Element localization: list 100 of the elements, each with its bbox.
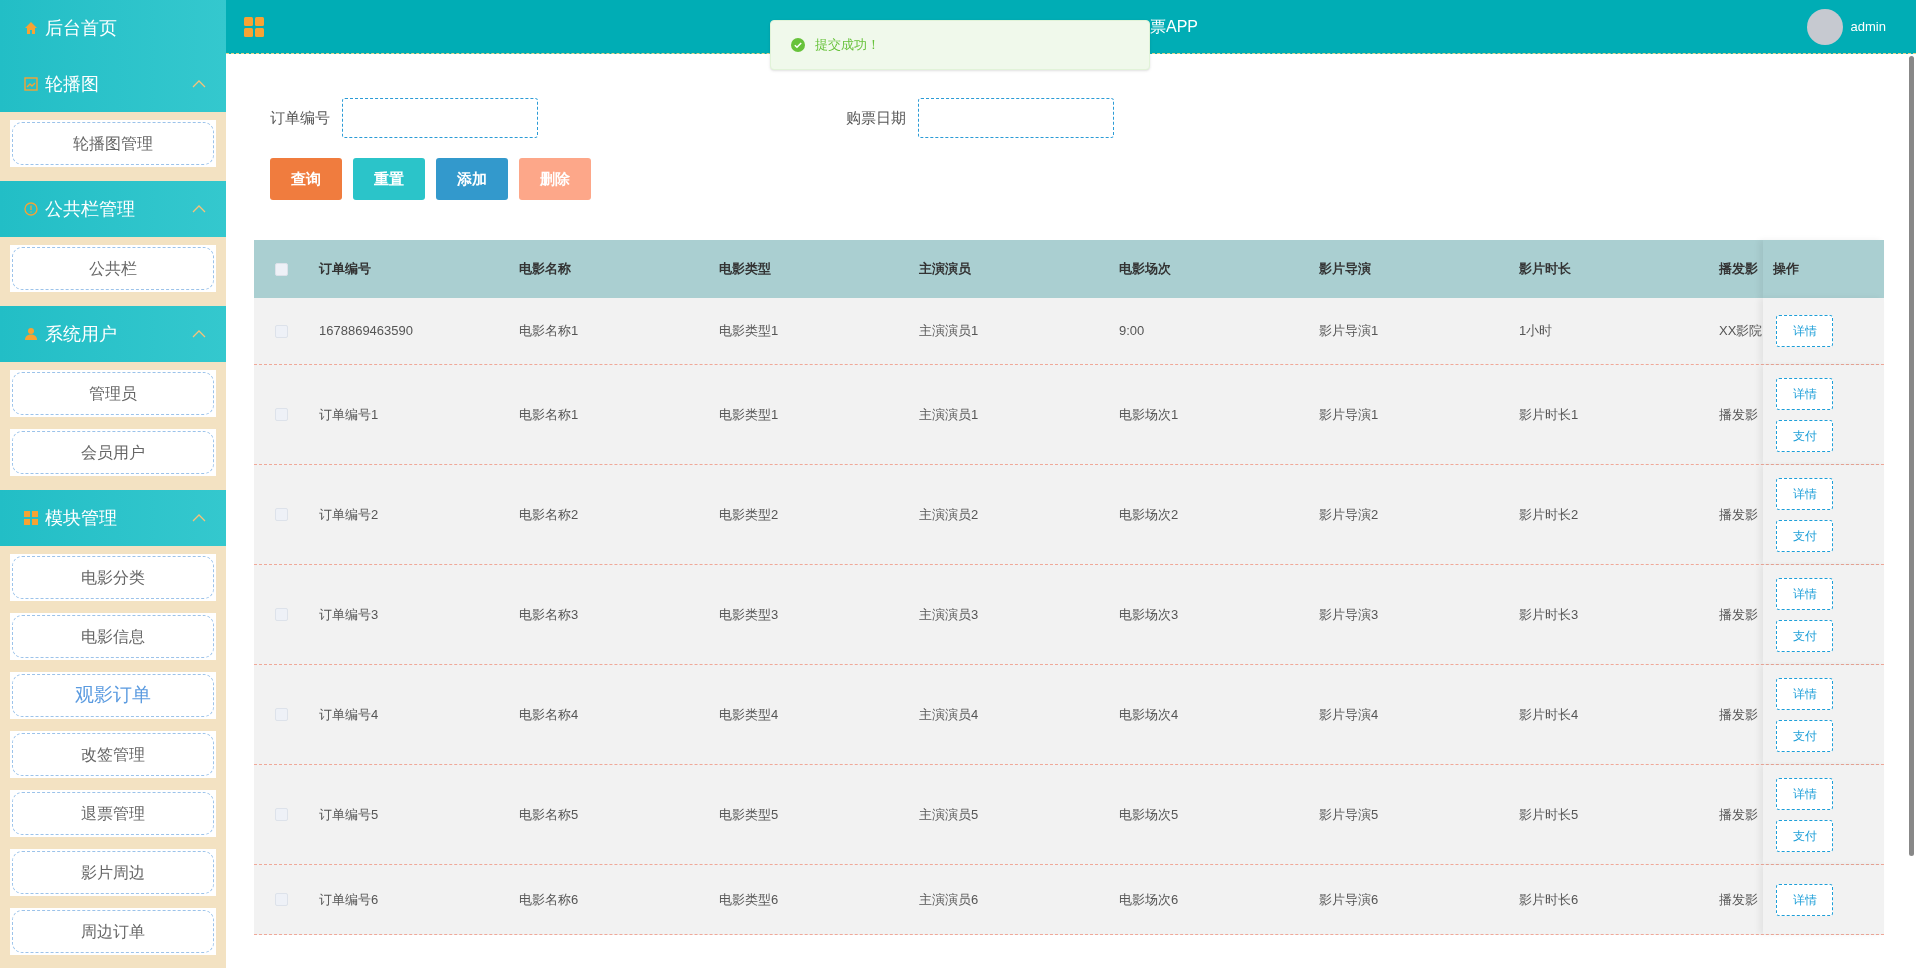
table-cell-text: 电影类型6	[719, 890, 779, 909]
table-cell-text: 电影类型1	[719, 322, 779, 341]
chevron-up-icon	[192, 205, 206, 213]
row-action-button[interactable]: 支付	[1776, 819, 1833, 852]
sidebar-item[interactable]: 轮播图管理	[10, 120, 216, 167]
sidebar-item[interactable]: 会员用户	[10, 429, 216, 476]
check-circle-icon	[791, 38, 805, 52]
app-title: 票APP	[1150, 17, 1198, 37]
table-cell-text: 播发影	[1719, 705, 1758, 724]
sidebar-item[interactable]: 改签管理	[10, 731, 216, 778]
table-cell-text: 影片时长6	[1519, 890, 1579, 909]
table-cell-text: 影片时长2	[1519, 505, 1579, 524]
sidebar-group-header[interactable]: 系统用户	[0, 306, 226, 362]
row-action-button[interactable]: 详情	[1776, 477, 1833, 510]
sidebar-group-header[interactable]: 公共栏管理	[0, 181, 226, 237]
row-action-button[interactable]: 详情	[1776, 315, 1833, 347]
sidebar-home-item[interactable]: 后台首页	[0, 0, 226, 56]
table-cell-text: 播发影	[1719, 405, 1758, 424]
sidebar-item[interactable]: 电影信息	[10, 613, 216, 660]
row-action-button[interactable]: 支付	[1776, 419, 1833, 452]
table-cell-text: 电影名称1	[519, 405, 579, 424]
row-action-button[interactable]: 详情	[1776, 677, 1833, 710]
table-cell-text: XX影院	[1719, 322, 1763, 341]
table-cell-text: 电影类型2	[719, 505, 779, 524]
table-cell-text: 订单编号2	[319, 505, 379, 524]
input-field[interactable]	[918, 98, 1114, 138]
table-cell-text: 订单编号4	[319, 705, 379, 724]
field-label: 购票日期	[846, 107, 906, 128]
table-cell-text: 电影名称3	[519, 605, 579, 624]
chevron-up-icon	[192, 330, 206, 338]
table-cell-text: 订单编号3	[319, 605, 379, 624]
search-button[interactable]: 查询	[270, 158, 342, 200]
success-toast: 提交成功！	[770, 20, 1150, 70]
row-action-button[interactable]: 支付	[1776, 519, 1833, 552]
avatar[interactable]	[1806, 8, 1843, 45]
reset-button[interactable]: 重置	[353, 158, 425, 200]
table-cell-text: 影片导演1	[1319, 322, 1379, 341]
table-cell-text: 电影类型4	[719, 705, 779, 724]
field-label: 订单编号	[270, 107, 330, 128]
grid-icon	[24, 511, 38, 525]
table-cell-text: 播发影	[1719, 890, 1758, 909]
row-action-button[interactable]: 详情	[1776, 577, 1833, 610]
column-header: 电影名称	[519, 260, 571, 279]
table-cell-text: 影片导演4	[1319, 705, 1379, 724]
username[interactable]: admin	[1850, 16, 1886, 37]
table-cell-text: 订单编号5	[319, 805, 379, 824]
table-cell-text: 播发影	[1719, 805, 1758, 824]
table-cell-text: 9:00	[1119, 322, 1145, 341]
chevron-up-icon	[192, 514, 206, 522]
table-cell-text: 影片导演6	[1319, 890, 1379, 909]
sidebar-item[interactable]: 电影分类	[10, 554, 216, 601]
table-cell-text: 影片时长3	[1519, 605, 1579, 624]
home-icon	[24, 21, 38, 35]
sidebar-item[interactable]: 公共栏	[10, 245, 216, 292]
table-cell-text: 电影名称1	[519, 322, 579, 341]
scrollbar[interactable]	[1908, 56, 1914, 856]
table-cell-text: 主演演员6	[919, 890, 979, 909]
row-action-button[interactable]: 支付	[1776, 619, 1833, 652]
sidebar-item[interactable]: 周边订单	[10, 908, 216, 955]
column-header: 播发影	[1719, 260, 1758, 279]
sidebar-item[interactable]: 管理员	[10, 370, 216, 417]
table-cell-text: 主演演员3	[919, 605, 979, 624]
chevron-up-icon	[192, 80, 206, 88]
table-cell-text: 播发影	[1719, 605, 1758, 624]
checkbox[interactable]	[274, 262, 288, 276]
delete-button[interactable]: 删除	[519, 158, 591, 200]
table-cell-text: 1小时	[1519, 322, 1553, 341]
column-header: 电影场次	[1119, 260, 1171, 279]
table-cell-text: 影片导演1	[1319, 405, 1379, 424]
column-header: 主演演员	[919, 260, 971, 279]
row-action-button[interactable]: 详情	[1776, 377, 1833, 410]
table-cell-text: 电影名称4	[519, 705, 579, 724]
grid-icon[interactable]	[244, 16, 264, 37]
row-action-button[interactable]: 支付	[1776, 719, 1833, 752]
table-cell-text: 主演演员1	[919, 322, 979, 341]
table-cell-text: 电影场次6	[1119, 890, 1179, 909]
sidebar-item[interactable]: 影片周边	[10, 849, 216, 896]
table-cell-text: 主演演员1	[919, 405, 979, 424]
table-cell-text: 影片时长1	[1519, 405, 1579, 424]
row-action-button[interactable]: 详情	[1776, 777, 1833, 810]
user-icon	[24, 327, 38, 341]
table-cell-text: 电影名称6	[519, 890, 579, 909]
table-cell-text: 主演演员5	[919, 805, 979, 824]
input-field[interactable]	[342, 98, 538, 138]
table-cell-text: 影片时长4	[1519, 705, 1579, 724]
table-cell-text: 电影场次1	[1119, 405, 1179, 424]
table-cell-text: 影片导演2	[1319, 505, 1379, 524]
column-header: 操作	[1773, 260, 1799, 279]
table-cell-text: 1678869463590	[319, 322, 413, 341]
column-header: 电影类型	[719, 260, 771, 279]
sidebar-item[interactable]: 退票管理	[10, 790, 216, 837]
sidebar-item[interactable]: 观影订单	[10, 672, 216, 719]
sidebar-group-header[interactable]: 模块管理	[0, 490, 226, 546]
picture-icon	[24, 77, 38, 91]
add-button[interactable]: 添加	[436, 158, 508, 200]
table-cell-text: 电影场次4	[1119, 705, 1179, 724]
table-cell-text: 电影类型1	[719, 405, 779, 424]
sidebar-group-header[interactable]: 轮播图	[0, 56, 226, 112]
table-cell-text: 电影场次5	[1119, 805, 1179, 824]
row-action-button[interactable]: 详情	[1776, 883, 1833, 916]
